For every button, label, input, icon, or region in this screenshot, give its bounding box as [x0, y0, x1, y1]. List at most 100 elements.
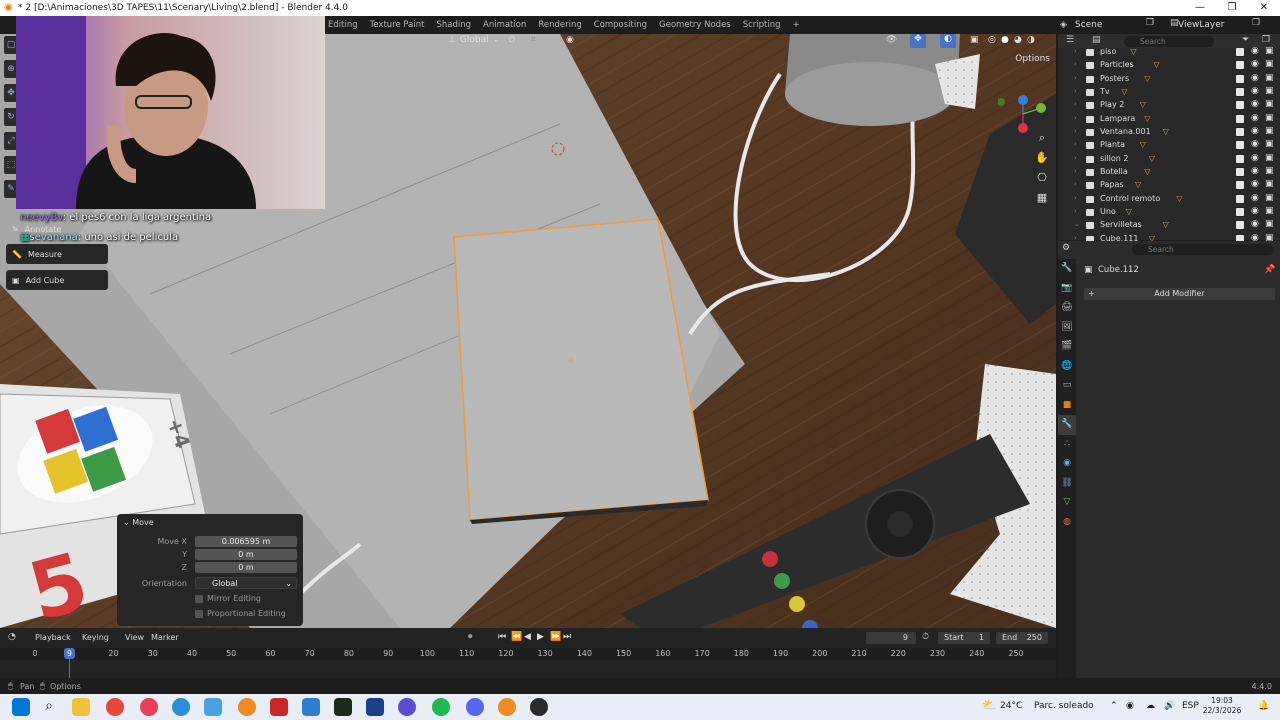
edge-icon[interactable]: [172, 698, 190, 716]
eye-icon[interactable]: ◉: [1251, 113, 1259, 123]
filter-icon[interactable]: ⏷: [1242, 35, 1249, 45]
transform-orientation-dropdown[interactable]: ⊥ Global ⌄: [448, 35, 500, 45]
weather-temp[interactable]: 24°C: [1000, 701, 1022, 711]
eye-icon[interactable]: ◉: [1251, 46, 1259, 56]
display-mode-icon[interactable]: ▤: [1092, 35, 1101, 45]
eye-icon[interactable]: ◉: [1251, 219, 1259, 229]
add-modifier-button[interactable]: + Add Modifier: [1084, 288, 1275, 300]
shading-material-icon[interactable]: ◕: [1014, 35, 1022, 45]
outliner-row[interactable]: › Posters ▽ ◉ ▣: [1058, 73, 1280, 86]
discord-icon[interactable]: [466, 698, 484, 716]
tab-collection-icon[interactable]: ▭: [1058, 376, 1076, 396]
tab-shading[interactable]: Shading: [434, 16, 481, 34]
camera-view-icon[interactable]: ⎔: [1034, 170, 1050, 186]
exclude-checkbox[interactable]: [1236, 221, 1244, 230]
camera-icon[interactable]: ▣: [1265, 86, 1274, 96]
move-panel-title[interactable]: ⌄ Move: [123, 518, 154, 527]
jump-start-icon[interactable]: ⏮: [498, 632, 506, 642]
obs-icon[interactable]: [530, 698, 548, 716]
camera-icon[interactable]: ▣: [1265, 126, 1274, 136]
exclude-checkbox[interactable]: [1236, 74, 1244, 83]
new-viewlayer-icon[interactable]: ❐: [1252, 18, 1260, 28]
new-scene-icon[interactable]: ❐: [1146, 18, 1154, 28]
camera-icon[interactable]: ▣: [1265, 179, 1274, 189]
scene-selector[interactable]: ◈ Scene: [1060, 18, 1102, 32]
tab-world-icon[interactable]: 🌐: [1058, 357, 1076, 377]
properties-search-input[interactable]: Search: [1132, 244, 1274, 255]
eye-icon[interactable]: ◉: [1251, 153, 1259, 163]
tab-modifier-icon[interactable]: 🔧: [1058, 415, 1076, 435]
ortho-grid-icon[interactable]: ▦: [1034, 190, 1050, 206]
camera-icon[interactable]: ▣: [1265, 113, 1274, 123]
tray-chevron-icon[interactable]: ⌃: [1110, 701, 1118, 711]
tab-particles-icon[interactable]: ∴: [1058, 435, 1076, 455]
overlay-toggle-icon[interactable]: ◐: [940, 34, 956, 48]
expand-arrow-icon[interactable]: ›: [1074, 127, 1077, 135]
tab-physics-icon[interactable]: ◉: [1058, 454, 1076, 474]
exclude-checkbox[interactable]: [1236, 48, 1244, 56]
outliner-row[interactable]: › sillon 2 ▽ ◉ ▣: [1058, 153, 1280, 166]
tab-geometry-nodes[interactable]: Geometry Nodes: [657, 16, 741, 34]
camera-icon[interactable]: ▣: [1265, 206, 1274, 216]
proportional-edit-icon[interactable]: ◉: [566, 35, 574, 45]
play-reverse-icon[interactable]: ◀: [524, 632, 531, 642]
outliner-row[interactable]: › Botella ▽ ◉ ▣: [1058, 166, 1280, 179]
camera-icon[interactable]: ▣: [1265, 139, 1274, 149]
camera-icon[interactable]: ▣: [1265, 153, 1274, 163]
expand-arrow-icon[interactable]: ›: [1074, 100, 1077, 108]
outliner-row[interactable]: › Play 2 ▽ ◉ ▣: [1058, 99, 1280, 112]
search-icon[interactable]: ⌕: [40, 698, 58, 716]
mirror-editing-checkbox[interactable]: Mirror Editing: [195, 594, 261, 603]
camera-icon[interactable]: ▣: [1265, 166, 1274, 176]
outliner-row[interactable]: › Ventana.001 ▽ ◉ ▣: [1058, 126, 1280, 139]
exclude-checkbox[interactable]: [1236, 181, 1244, 190]
tab-rendering[interactable]: Rendering: [536, 16, 591, 34]
marker-menu[interactable]: Marker: [151, 633, 179, 642]
exclude-checkbox[interactable]: [1236, 141, 1244, 150]
eye-icon[interactable]: ◉: [1251, 59, 1259, 69]
expand-arrow-icon[interactable]: ›: [1074, 60, 1077, 68]
eye-icon[interactable]: ◉: [1251, 126, 1259, 136]
record-icon[interactable]: ⏺: [468, 632, 473, 642]
end-frame-field[interactable]: End 250: [996, 632, 1048, 644]
frame-ruler[interactable]: 0 20 30 40 50 60 70 80 90 100 110 120 130 140 150 160 17…: [0, 648, 1056, 660]
video-editor-icon[interactable]: [270, 698, 288, 716]
photos-icon[interactable]: [302, 698, 320, 716]
options-dropdown[interactable]: Options: [1015, 54, 1050, 64]
camera-icon[interactable]: ▣: [1265, 219, 1274, 229]
language-indicator[interactable]: ESP: [1182, 701, 1199, 711]
eye-icon[interactable]: ◉: [1251, 206, 1259, 216]
shading-solid-icon[interactable]: ●: [1001, 35, 1009, 45]
vs-icon[interactable]: [366, 698, 384, 716]
expand-arrow-icon[interactable]: ›: [1074, 154, 1077, 162]
tab-compositing[interactable]: Compositing: [592, 16, 657, 34]
exclude-checkbox[interactable]: [1236, 127, 1244, 136]
eye-icon[interactable]: ◉: [1251, 139, 1259, 149]
pivot-icon[interactable]: ⊙: [508, 35, 516, 45]
timeline-editor-icon[interactable]: ◔: [8, 632, 16, 642]
move-z-field[interactable]: 0 m: [195, 562, 297, 573]
zoom-icon[interactable]: ⌕: [1034, 130, 1050, 146]
camera-icon[interactable]: ▣: [1265, 73, 1274, 83]
jump-keyframe-back-icon[interactable]: ⏪: [511, 632, 522, 642]
expand-arrow-icon[interactable]: ›: [1074, 114, 1077, 122]
expand-arrow-icon[interactable]: ›: [1074, 167, 1077, 175]
outliner-row[interactable]: › Planta ▽ ◉ ▣: [1058, 139, 1280, 152]
xray-icon[interactable]: ▣: [970, 35, 979, 45]
windows-start-icon[interactable]: [12, 698, 30, 716]
tab-render-icon[interactable]: 📷: [1058, 279, 1076, 299]
expand-arrow-icon[interactable]: ›: [1074, 74, 1077, 82]
outliner-row[interactable]: ⌄ Servilletas ▽ ◉ ▣: [1058, 219, 1280, 232]
tab-output-icon[interactable]: 🖨: [1058, 298, 1076, 318]
proportional-editing-checkbox[interactable]: Proportional Editing: [195, 609, 286, 618]
properties-editor-icon[interactable]: ⚙: [1062, 243, 1070, 253]
exclude-checkbox[interactable]: [1236, 87, 1244, 96]
play-icon[interactable]: ▶: [537, 632, 544, 642]
playhead[interactable]: 9: [64, 648, 75, 659]
expand-arrow-icon[interactable]: ›: [1074, 194, 1077, 202]
shading-rendered-icon[interactable]: ◑: [1027, 35, 1035, 45]
camera-icon[interactable]: ▣: [1265, 59, 1274, 69]
add-workspace-button[interactable]: +: [791, 16, 810, 34]
tab-tool-icon[interactable]: 🔧: [1058, 259, 1076, 279]
blender-taskbar-icon[interactable]: [238, 698, 256, 716]
